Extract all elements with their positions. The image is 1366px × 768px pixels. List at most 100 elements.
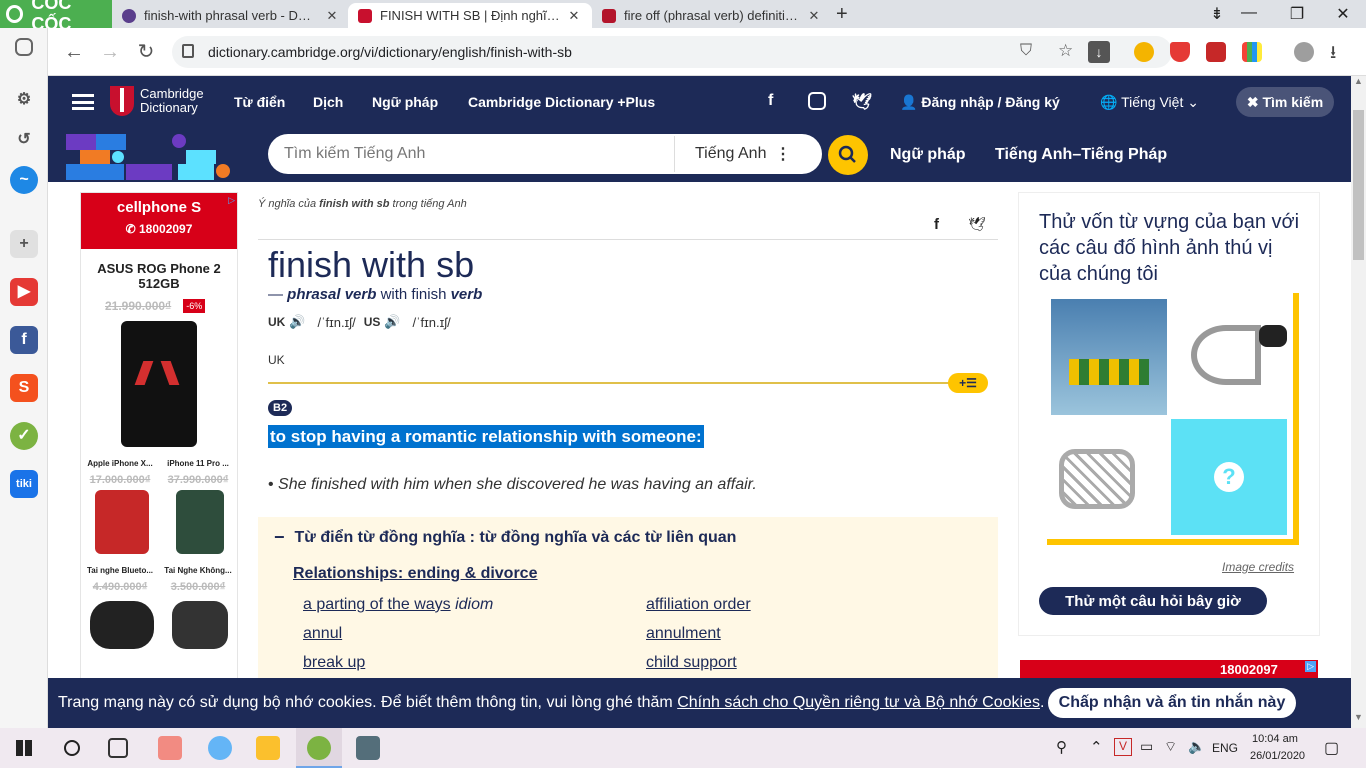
- scroll-down-icon[interactable]: ▼: [1354, 712, 1363, 722]
- quiz-image-grid[interactable]: ?: [1047, 293, 1299, 545]
- settings-gear-icon[interactable]: ⚙: [10, 86, 38, 114]
- nav-translate[interactable]: Dịch: [313, 94, 343, 110]
- history-icon[interactable]: ↺: [10, 126, 38, 154]
- close-tab-icon[interactable]: ✕: [324, 8, 340, 24]
- minimize-icon[interactable]: —: [1226, 4, 1272, 22]
- close-window-icon[interactable]: ✕: [1320, 4, 1366, 24]
- language-selector[interactable]: 🌐 Tiếng Việt ⌄: [1100, 94, 1199, 111]
- tray-chevron-up-icon[interactable]: ⌃: [1090, 738, 1103, 756]
- thesaurus-link[interactable]: annulment: [646, 625, 721, 643]
- right-advertisement[interactable]: 18002097 ▷: [1020, 660, 1318, 680]
- cookie-policy-link[interactable]: Chính sách cho Quyền riêng tư và Bộ nhớ …: [677, 694, 1040, 712]
- thesaurus-title: Từ điển từ đồng nghĩa : từ đồng nghĩa và…: [294, 528, 737, 546]
- extension-color-icon[interactable]: [1242, 42, 1262, 62]
- bookmark-star-icon[interactable]: ☆: [1058, 41, 1073, 61]
- coccoc-app-icon[interactable]: ✓: [10, 422, 38, 450]
- thesaurus-link[interactable]: annul: [303, 625, 342, 643]
- chevron-down-icon: ⌄: [1183, 94, 1199, 110]
- windows-start-icon[interactable]: [16, 740, 32, 756]
- messenger-icon[interactable]: ~: [10, 166, 38, 194]
- reload-icon[interactable]: ↻: [132, 38, 160, 66]
- facebook-icon[interactable]: f: [10, 326, 38, 354]
- adchoices-icon[interactable]: ▷: [1305, 661, 1316, 672]
- image-credits-link[interactable]: Image credits: [1222, 560, 1294, 574]
- share-twitter-icon[interactable]: 🕊: [968, 216, 986, 233]
- extension-shield-icon[interactable]: [1170, 42, 1190, 62]
- cambridge-logo[interactable]: Cambridge Dictionary: [110, 86, 204, 116]
- browser-logo[interactable]: CỐC CỐC: [0, 0, 112, 34]
- add-app-icon[interactable]: +: [10, 230, 38, 258]
- nav-plus[interactable]: Cambridge Dictionary +Plus: [468, 94, 655, 110]
- restore-icon[interactable]: ❐: [1274, 4, 1320, 24]
- scroll-up-icon[interactable]: ▲: [1354, 76, 1363, 86]
- menu-hamburger-icon[interactable]: [72, 94, 94, 110]
- tab-finish-with-sb[interactable]: FINISH WITH SB | Định nghĩa trong ✕: [348, 3, 592, 28]
- more-vertical-icon[interactable]: ⋮: [775, 144, 791, 164]
- uk-audio-speaker-icon[interactable]: 🔊: [289, 314, 305, 330]
- scrollbar-thumb[interactable]: [1353, 110, 1364, 260]
- instagram-icon[interactable]: [808, 92, 826, 110]
- app-paint-icon[interactable]: [208, 736, 232, 760]
- add-to-wordlist-button[interactable]: +☰: [948, 373, 988, 393]
- battery-icon[interactable]: ▭: [1140, 738, 1153, 755]
- thesaurus-link[interactable]: affiliation order: [646, 596, 751, 614]
- downloads-icon[interactable]: ⭳: [1330, 40, 1336, 70]
- thesaurus-topic-link[interactable]: Relationships: ending & divorce: [293, 565, 537, 583]
- page-scrollbar[interactable]: ▲ ▼: [1351, 76, 1366, 728]
- band-link-grammar[interactable]: Ngữ pháp: [890, 146, 966, 164]
- app-snip-icon[interactable]: [356, 736, 380, 760]
- nav-dictionary[interactable]: Từ điển: [234, 94, 285, 110]
- twitter-icon[interactable]: 🕊: [852, 92, 872, 112]
- search-button[interactable]: [828, 135, 868, 175]
- collapse-minus-icon[interactable]: −: [274, 527, 285, 548]
- forward-icon[interactable]: →: [96, 38, 124, 66]
- accept-cookies-button[interactable]: Chấp nhận và ẩn tin nhắn này: [1048, 688, 1296, 718]
- search-language-select[interactable]: Tiếng Anh: [695, 145, 775, 163]
- youtube-icon[interactable]: ▶: [10, 278, 38, 306]
- shield-icon[interactable]: ⛉: [1020, 42, 1032, 60]
- extension-red-icon[interactable]: [1206, 42, 1226, 62]
- sidebar-toggle-icon[interactable]: [15, 38, 33, 56]
- people-icon[interactable]: ⚲: [1056, 738, 1067, 756]
- taskbar-active-app[interactable]: [296, 728, 342, 768]
- clock-time[interactable]: 10:04 am: [1252, 733, 1298, 745]
- thesaurus-link[interactable]: child support: [646, 654, 737, 672]
- task-view-icon[interactable]: [108, 738, 128, 758]
- search-input[interactable]: Tìm kiếm Tiếng Anh Tiếng Anh ⋮: [268, 134, 822, 174]
- profile-avatar-icon[interactable]: [1294, 42, 1314, 62]
- app-sticky-icon[interactable]: [158, 736, 182, 760]
- url-input[interactable]: dictionary.cambridge.org/vi/dictionary/e…: [172, 36, 1172, 68]
- facebook-icon[interactable]: f: [768, 92, 773, 110]
- file-explorer-icon[interactable]: [256, 736, 280, 760]
- tab-fire-off[interactable]: fire off (phrasal verb) definition and ✕: [592, 3, 832, 28]
- new-tab-icon[interactable]: +: [836, 3, 848, 26]
- close-tab-icon[interactable]: ✕: [806, 8, 822, 24]
- share-facebook-icon[interactable]: f: [934, 216, 939, 233]
- thesaurus-link[interactable]: break up: [303, 654, 365, 672]
- us-audio-speaker-icon[interactable]: 🔊: [384, 314, 400, 330]
- thesaurus-link[interactable]: a parting of the ways: [303, 596, 451, 613]
- nav-grammar[interactable]: Ngữ pháp: [372, 94, 438, 110]
- clock-date[interactable]: 26/01/2020: [1250, 750, 1305, 762]
- login-link[interactable]: 👤 Đăng nhập / Đăng ký: [900, 94, 1060, 111]
- try-quiz-button[interactable]: Thử một câu hỏi bây giờ: [1039, 587, 1267, 615]
- globe-icon: 🌐: [1100, 94, 1122, 110]
- search-circle-icon[interactable]: [64, 740, 80, 756]
- input-language[interactable]: ENG: [1212, 741, 1238, 755]
- wifi-icon[interactable]: ⌔: [1164, 738, 1177, 756]
- tray-v-icon[interactable]: V: [1114, 738, 1132, 756]
- back-icon[interactable]: ←: [60, 38, 88, 66]
- tab-finish-with-phrasal[interactable]: finish-with phrasal verb - Definitio ✕: [112, 3, 350, 28]
- thesaurus-header[interactable]: − Từ điển từ đồng nghĩa : từ đồng nghĩa …: [274, 527, 736, 548]
- search-toggle-button[interactable]: ✖ Tìm kiếm: [1236, 87, 1334, 117]
- shopee-icon[interactable]: S: [10, 374, 38, 402]
- extension-chrome-icon[interactable]: [1134, 42, 1154, 62]
- adchoices-icon[interactable]: ▷: [228, 195, 235, 206]
- band-link-en-fr[interactable]: Tiếng Anh–Tiếng Pháp: [995, 146, 1167, 164]
- left-advertisement[interactable]: cellphone S ✆ 18002097 ASUS ROG Phone 2 …: [80, 192, 238, 682]
- tiki-icon[interactable]: tiki: [10, 470, 38, 498]
- volume-icon[interactable]: 🔈: [1188, 738, 1205, 755]
- notifications-icon[interactable]: ▢: [1324, 738, 1339, 758]
- download-page-icon[interactable]: ↓: [1088, 41, 1110, 63]
- close-tab-icon[interactable]: ✕: [566, 8, 582, 24]
